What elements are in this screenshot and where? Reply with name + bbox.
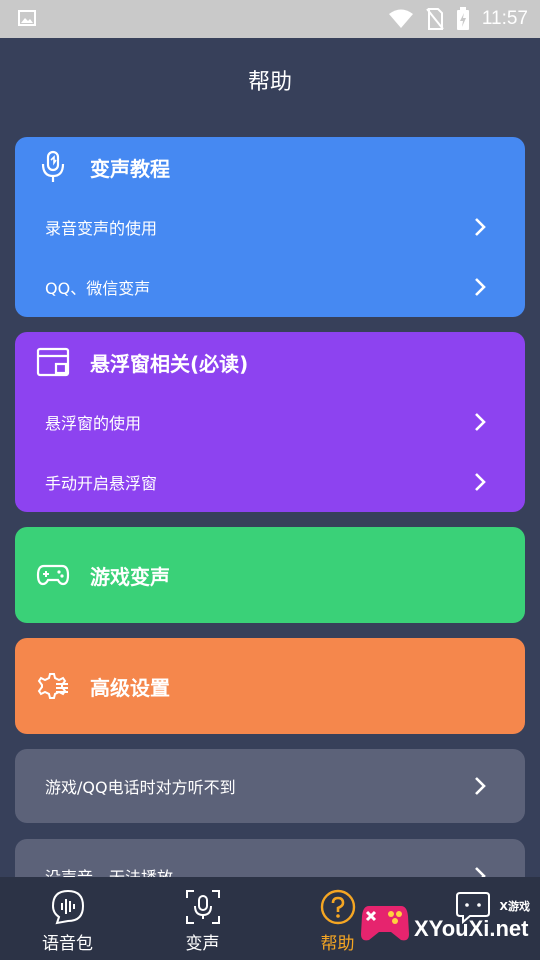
tab-label: 语音包 — [42, 934, 93, 954]
gamepad-icon — [35, 557, 71, 593]
card-advanced-settings[interactable]: 高级设置 — [15, 638, 525, 734]
status-time: 11:57 — [481, 8, 528, 29]
chevron-right-icon — [475, 413, 486, 431]
bottom-tab-bar: 语音包 变声 帮助 X游戏 XYouXi.net — [0, 877, 540, 960]
tab-label: 变声 — [185, 934, 220, 954]
wifi-icon — [388, 9, 413, 28]
help-item-label: 没声音，无法播放 — [45, 864, 173, 877]
chevron-right-icon — [475, 777, 486, 795]
help-item-manual-enable[interactable]: 手动开启悬浮窗 — [15, 452, 525, 512]
card-floating-window-title: 悬浮窗相关(必读) — [90, 351, 249, 376]
help-item-label: 手动开启悬浮窗 — [45, 474, 158, 493]
microphone-icon — [35, 149, 71, 185]
watermark-small-text: X游戏 — [499, 900, 530, 913]
help-item-record-voice[interactable]: 录音变声的使用 — [15, 197, 525, 257]
help-item-label: 游戏/QQ电话时对方听不到 — [45, 778, 236, 797]
gamepad-logo-icon — [361, 906, 409, 941]
chevron-right-icon — [475, 473, 486, 491]
card-advanced-settings-title: 高级设置 — [90, 675, 170, 700]
help-icon — [318, 887, 358, 927]
chevron-right-icon — [475, 278, 486, 296]
tab-voice-change[interactable]: 变声 — [135, 877, 270, 960]
help-item-cannot-hear[interactable]: 游戏/QQ电话时对方听不到 — [15, 749, 525, 823]
voice-pack-icon — [48, 887, 88, 927]
watermark-text: XYouXi.net — [414, 916, 529, 941]
help-item-floating-usage[interactable]: 悬浮窗的使用 — [15, 392, 525, 452]
card-voice-tutorial-header: 变声教程 — [15, 137, 525, 197]
page-title: 帮助 — [247, 70, 292, 95]
floating-window-icon — [35, 344, 71, 380]
gallery-notification-icon — [18, 10, 36, 26]
settings-icon — [35, 668, 71, 704]
battery-charging-icon — [456, 7, 469, 30]
no-sim-icon — [426, 8, 444, 30]
help-content[interactable]: 变声教程 录音变声的使用 QQ、微信变声 悬浮窗相关(必读) 悬浮窗的使用 手动… — [0, 122, 540, 877]
chevron-right-icon — [475, 218, 486, 236]
card-voice-tutorial: 变声教程 录音变声的使用 QQ、微信变声 — [15, 137, 525, 317]
voice-change-icon — [183, 887, 223, 927]
card-floating-window-header: 悬浮窗相关(必读) — [15, 332, 525, 392]
help-item-qq-wechat[interactable]: QQ、微信变声 — [15, 257, 525, 317]
help-item-label: QQ、微信变声 — [45, 279, 151, 298]
card-floating-window: 悬浮窗相关(必读) 悬浮窗的使用 手动开启悬浮窗 — [15, 332, 525, 512]
help-item-no-sound[interactable]: 没声音，无法播放 — [15, 839, 525, 877]
tab-voice-pack[interactable]: 语音包 — [0, 877, 135, 960]
header: 帮助 — [0, 38, 540, 122]
status-bar: 11:57 — [0, 0, 540, 38]
card-game-voice[interactable]: 游戏变声 — [15, 527, 525, 623]
help-item-label: 录音变声的使用 — [45, 219, 158, 238]
card-voice-tutorial-title: 变声教程 — [90, 156, 170, 181]
card-game-voice-title: 游戏变声 — [90, 564, 170, 589]
chevron-right-icon — [475, 867, 486, 877]
site-watermark: X游戏 XYouXi.net — [359, 890, 534, 952]
help-item-label: 悬浮窗的使用 — [45, 414, 142, 433]
